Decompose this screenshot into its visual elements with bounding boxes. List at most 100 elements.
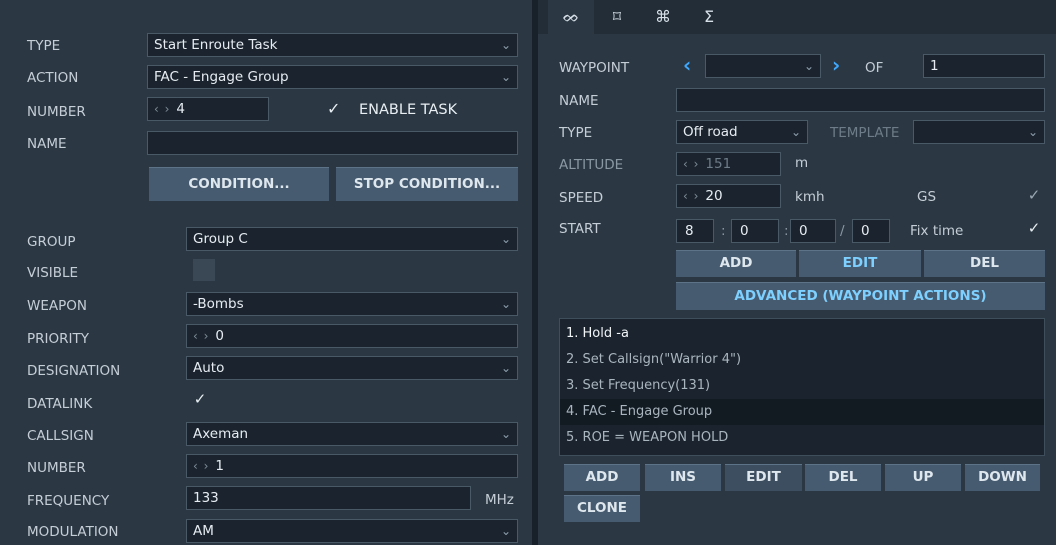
chevron-down-icon: ⌄ [500,38,511,52]
waypoint-label: WAYPOINT [559,60,630,76]
chevron-left-icon[interactable]: ‹ [683,54,691,76]
callsign-select[interactable]: Axeman ⌄ [186,422,518,446]
speed-value: 20 [705,188,723,204]
of-label: OF [865,60,884,76]
list-item[interactable]: 1. Hold -a [560,321,1044,347]
designation-value: Auto [193,360,225,376]
chevron-down-icon: ⌄ [500,361,511,375]
callsign-value: Axeman [193,426,249,442]
visible-checkbox[interactable] [193,259,215,281]
priority-stepper[interactable]: ‹ › 0 [186,324,518,348]
waypoint-total: 1 [923,54,1045,78]
callsign-number-label: NUMBER [27,460,86,476]
weapon-select[interactable]: -Bombs ⌄ [186,292,518,316]
waypoint-select[interactable]: ⌄ [705,54,821,78]
callsign-label: CALLSIGN [27,428,94,444]
gs-checkbox[interactable]: ✓ [1023,185,1045,207]
chevron-down-icon: ⌄ [500,524,511,538]
start-seconds-value: 0 [799,223,808,239]
stop-condition-button[interactable]: STOP CONDITION... [336,167,518,201]
chevron-down-icon: ⌄ [790,125,801,139]
time-separator: : [721,223,726,239]
type-label: TYPE [27,38,61,54]
spin-arrows-icon[interactable]: ‹ › [193,459,209,473]
altitude-label: ALTITUDE [559,157,624,173]
chevron-right-icon[interactable]: › [832,54,840,76]
start-day[interactable]: 0 [852,219,890,243]
action-clone-button[interactable]: CLONE [564,495,640,522]
action-add-button[interactable]: ADD [564,464,640,491]
actions-list[interactable]: 1. Hold -a 2. Set Callsign("Warrior 4") … [559,318,1045,456]
wp-del-button[interactable]: DEL [924,250,1045,277]
spin-arrows-icon[interactable]: ‹ › [683,189,699,203]
chevron-down-icon: ⌄ [500,297,511,311]
altitude-unit: m [795,155,809,171]
start-label: START [559,221,601,237]
condition-button[interactable]: CONDITION... [149,167,329,201]
wp-name-input[interactable] [676,88,1045,112]
name-label: NAME [27,136,67,152]
group-value: Group C [193,231,248,247]
action-down-button[interactable]: DOWN [965,464,1040,491]
list-item-selected[interactable]: 4. FAC - Engage Group [560,399,1044,425]
check-icon: ✓ [1027,219,1041,237]
callsign-number-stepper[interactable]: ‹ › 1 [186,454,518,478]
spin-arrows-icon[interactable]: ‹ › [154,102,170,116]
callsign-number-value: 1 [215,458,225,474]
spin-arrows-icon[interactable]: ‹ › [193,329,209,343]
waypoint-total-value: 1 [930,58,939,74]
command-icon: ⌘ [655,7,671,26]
modulation-value: AM [193,523,214,539]
spin-arrows-icon[interactable]: ‹ › [683,157,699,171]
action-edit-button[interactable]: EDIT [725,464,802,491]
fix-time-checkbox[interactable]: ✓ [1023,218,1045,240]
list-item[interactable]: 2. Set Callsign("Warrior 4") [560,347,1044,373]
modulation-select[interactable]: AM ⌄ [186,519,518,543]
tab-sigma[interactable]: Σ [686,0,732,34]
target-icon: ⌑ [612,7,622,26]
name-input[interactable] [147,131,518,155]
weapon-label: WEAPON [27,298,87,314]
advanced-waypoint-actions-button[interactable]: ADVANCED (WAYPOINT ACTIONS) [676,282,1045,310]
action-select[interactable]: FAC - Engage Group ⌄ [147,65,518,89]
start-hours[interactable]: 8 [676,219,714,243]
start-seconds[interactable]: 0 [790,219,836,243]
list-item[interactable]: 3. Set Frequency(131) [560,373,1044,399]
day-separator: / [840,223,845,239]
gs-label: GS [917,189,937,205]
tab-route[interactable]: ᨖ [548,0,594,34]
tab-command[interactable]: ⌘ [640,0,686,34]
type-select[interactable]: Start Enroute Task ⌄ [147,33,518,57]
designation-label: DESIGNATION [27,363,121,379]
number-stepper[interactable]: ‹ › 4 [147,97,269,121]
speed-stepper[interactable]: ‹ › 20 [676,184,781,208]
priority-value: 0 [215,328,225,344]
action-up-button[interactable]: UP [885,464,961,491]
template-select[interactable]: ⌄ [913,120,1045,144]
tab-bar: ᨖ ⌑ ⌘ Σ [538,0,1056,34]
wp-edit-button[interactable]: EDIT [799,250,921,277]
frequency-label: FREQUENCY [27,493,110,509]
datalink-label: DATALINK [27,396,93,412]
group-select[interactable]: Group C ⌄ [186,227,518,251]
start-minutes[interactable]: 0 [731,219,779,243]
speed-label: SPEED [559,190,604,206]
tab-target[interactable]: ⌑ [594,0,640,34]
task-panel: TYPE Start Enroute Task ⌄ ACTION FAC - En… [0,0,532,545]
wp-add-button[interactable]: ADD [676,250,796,277]
list-item[interactable]: 5. ROE = WEAPON HOLD [560,425,1044,451]
check-icon[interactable]: ✓ [327,99,340,118]
datalink-checkbox[interactable]: ✓ [189,389,211,411]
start-hours-value: 8 [685,223,694,239]
time-separator: : [784,223,789,239]
frequency-value: 133 [193,490,219,506]
altitude-stepper[interactable]: ‹ › 151 [676,152,781,176]
enable-task-label: ENABLE TASK [359,102,458,118]
frequency-input[interactable]: 133 [186,486,471,510]
fix-time-label: Fix time [910,223,964,239]
designation-select[interactable]: Auto ⌄ [186,356,518,380]
wp-type-select[interactable]: Off road ⌄ [676,120,808,144]
action-ins-button[interactable]: INS [645,464,721,491]
wp-type-label: TYPE [559,125,593,141]
action-del-button[interactable]: DEL [805,464,881,491]
